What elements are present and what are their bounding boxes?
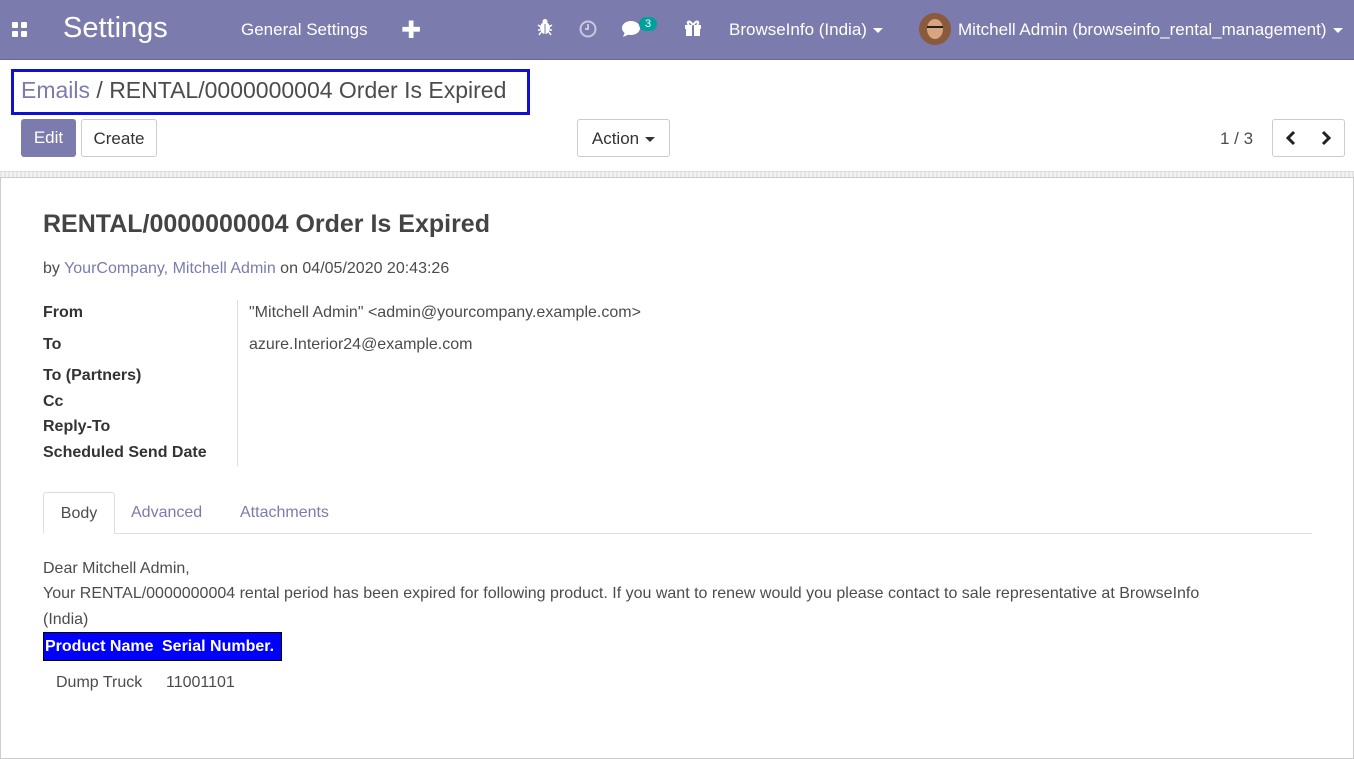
to-value: azure.Interior24@example.com <box>249 336 473 353</box>
header-serial-number: Serial Number. <box>162 638 275 655</box>
user-name: Mitchell Admin (browseinfo_rental_manage… <box>958 20 1327 39</box>
breadcrumb-separator: / <box>90 77 110 103</box>
to-partners-label: To (Partners) <box>43 367 142 384</box>
top-navbar: Settings General Settings ✚ 3 BrowseInfo… <box>0 0 1354 60</box>
cc-label: Cc <box>43 393 64 410</box>
chevron-down-icon <box>1332 28 1343 34</box>
breadcrumb-emails-link[interactable]: Emails <box>21 77 90 103</box>
pager-value[interactable]: 1 / 3 <box>1220 129 1253 149</box>
from-value: "Mitchell Admin" <admin@yourcompany.exam… <box>249 304 641 321</box>
chevron-right-icon <box>1321 130 1332 146</box>
from-label: From <box>43 304 83 321</box>
reply-to-label: Reply-To <box>43 418 111 435</box>
company-switcher[interactable]: BrowseInfo (India) <box>729 20 883 40</box>
tab-body[interactable]: Body <box>43 492 115 534</box>
previous-record-button[interactable] <box>1272 119 1309 157</box>
field-separator <box>237 300 238 466</box>
breadcrumb-current: RENTAL/0000000004 Order Is Expired <box>109 77 507 103</box>
clock-icon[interactable] <box>579 20 597 43</box>
tabs-baseline <box>43 533 1312 534</box>
cell-serial-number: 11001101 <box>166 674 235 691</box>
action-label: Action <box>591 129 640 148</box>
tab-attachments[interactable]: Attachments <box>240 492 329 534</box>
cell-product-name: Dump Truck <box>56 674 143 691</box>
apps-menu-icon[interactable] <box>12 22 28 38</box>
body-line-2: (India) <box>43 611 89 628</box>
next-record-button[interactable] <box>1308 119 1345 157</box>
email-subject-title: RENTAL/0000000004 Order Is Expired <box>43 210 490 238</box>
messages-count-badge: 3 <box>639 17 658 31</box>
gift-icon[interactable] <box>684 19 702 42</box>
edit-button[interactable]: Edit <box>21 119 76 157</box>
bug-icon[interactable] <box>537 18 553 41</box>
chevron-down-icon <box>645 137 656 143</box>
create-button[interactable]: Create <box>81 119 157 157</box>
action-dropdown[interactable]: Action <box>577 119 670 157</box>
byline-date: on 04/05/2020 20:43:26 <box>275 260 450 277</box>
product-table-header: Product Name Serial Number. <box>43 632 282 661</box>
scheduled-send-date-label: Scheduled Send Date <box>43 444 207 461</box>
user-avatar[interactable] <box>919 13 951 45</box>
author-link[interactable]: YourCompany, Mitchell Admin <box>64 260 276 277</box>
menu-general-settings[interactable]: General Settings <box>241 20 368 40</box>
email-byline: by YourCompany, Mitchell Admin on 04/05/… <box>43 260 449 278</box>
to-label: To <box>43 336 62 353</box>
header-product-name: Product Name <box>45 638 154 655</box>
chevron-left-icon <box>1285 130 1295 146</box>
user-menu[interactable]: Mitchell Admin (browseinfo_rental_manage… <box>958 20 1343 40</box>
body-greeting: Dear Mitchell Admin, <box>43 560 190 577</box>
app-title: Settings <box>63 12 168 44</box>
company-name: BrowseInfo (India) <box>729 20 867 39</box>
tab-advanced[interactable]: Advanced <box>131 492 202 534</box>
add-icon[interactable]: ✚ <box>401 16 421 45</box>
chevron-down-icon <box>872 28 883 34</box>
byline-prefix: by <box>43 260 65 277</box>
body-line-1: Your RENTAL/0000000004 rental period has… <box>43 585 1200 602</box>
breadcrumb: Emails / RENTAL/0000000004 Order Is Expi… <box>21 77 506 104</box>
